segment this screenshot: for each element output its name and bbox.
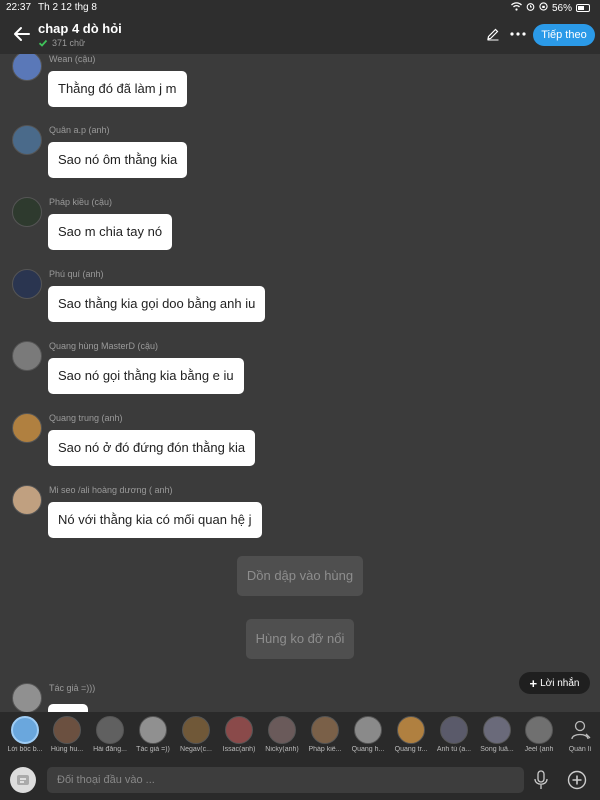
check-circle-icon	[38, 38, 48, 48]
sender-name: Tác giả =)))	[49, 683, 96, 693]
character-name: Nicky(anh)	[265, 746, 299, 753]
character-item[interactable]: Anh tú (a...	[433, 716, 475, 753]
character-avatar	[483, 716, 511, 744]
character-name: Hải đăng...	[93, 746, 127, 753]
character-item[interactable]: Song luâ...	[476, 716, 518, 753]
dialogue-input[interactable]	[47, 767, 524, 793]
character-name: Quang tr...	[394, 746, 428, 753]
character-name: Quang h...	[351, 746, 385, 753]
message-bubble[interactable]: Sao nó ở đó đứng đón thằng kia	[48, 430, 256, 466]
manage-label: Quản lí	[568, 746, 592, 753]
message-bubble[interactable]: Sao nó gọi thằng kia bằng e iu	[48, 358, 244, 394]
status-icons: 56%	[511, 2, 590, 14]
character-avatar	[268, 716, 296, 744]
manage-characters-button[interactable]: Quản lí	[560, 716, 600, 753]
more-options-icon[interactable]	[509, 27, 527, 41]
message-bubble[interactable]: Thằng đó đã làm j m	[48, 71, 187, 107]
character-item[interactable]: Quang h...	[347, 716, 389, 753]
character-item[interactable]: Hải đăng...	[89, 716, 131, 753]
avatar[interactable]	[12, 269, 42, 299]
character-avatar	[53, 716, 81, 744]
narrator-avatar[interactable]	[10, 767, 36, 793]
character-name: Lời bốc b...	[7, 746, 43, 753]
character-item[interactable]: Hùng hu...	[46, 716, 88, 753]
character-avatar	[397, 716, 425, 744]
message-bubble[interactable]: Sao m chia tay nó	[48, 214, 173, 250]
composer	[0, 760, 600, 800]
sender-name: Quang hùng MasterD (cậu)	[49, 341, 159, 351]
character-avatar	[11, 716, 39, 744]
message-bubble[interactable]: Sao nó ôm thằng kia	[48, 142, 188, 178]
word-count: 371 chữ	[38, 38, 85, 48]
avatar[interactable]	[12, 485, 42, 515]
character-name: Issac(anh)	[222, 746, 256, 753]
story-title: chap 4 dò hỏi	[38, 21, 122, 36]
add-note-button[interactable]: + Lời nhắn	[519, 672, 590, 694]
character-item[interactable]: Issac(anh)	[218, 716, 260, 753]
back-arrow-icon[interactable]	[12, 24, 32, 44]
character-name: Negav(c...	[180, 746, 212, 753]
sender-name: Mi seo /ali hoàng dương ( anh)	[49, 485, 173, 495]
word-count-text: 371 chữ	[52, 38, 86, 48]
character-bar: Lời bốc b... Hùng hu... Hải đăng... Tác …	[0, 712, 600, 760]
character-name: Song luâ...	[480, 746, 514, 753]
pencil-icon[interactable]	[486, 27, 500, 41]
microphone-icon[interactable]	[533, 770, 549, 790]
battery-icon	[576, 4, 590, 12]
character-item[interactable]: Negav(c...	[175, 716, 217, 753]
top-bar: chap 4 dò hỏi 371 chữ Tiếp theo	[0, 16, 600, 54]
sender-name: Quang trung (anh)	[49, 413, 123, 423]
avatar[interactable]	[12, 341, 42, 371]
character-avatar	[354, 716, 382, 744]
sender-name: Phú quí (anh)	[49, 269, 104, 279]
sender-name: Quân a.p (anh)	[49, 125, 110, 135]
add-circle-icon[interactable]	[567, 770, 587, 790]
character-avatar	[139, 716, 167, 744]
add-note-label: Lời nhắn	[540, 677, 580, 689]
sender-name: Wean (cậu)	[49, 54, 96, 64]
lock-rotation-icon	[539, 2, 548, 14]
avatar[interactable]	[12, 125, 42, 155]
status-date: Th 2 12 thg 8	[38, 2, 97, 13]
narration-bubble[interactable]: Dồn dập vào hùng	[237, 556, 363, 596]
character-name: Anh tú (a...	[436, 746, 472, 753]
next-button[interactable]: Tiếp theo	[533, 24, 595, 46]
character-item[interactable]: Quang tr...	[390, 716, 432, 753]
character-item[interactable]: Jeel (anh	[518, 716, 560, 753]
character-name: Jeel (anh	[524, 746, 554, 753]
character-avatar	[311, 716, 339, 744]
wifi-icon	[511, 2, 522, 14]
sender-name: Pháp kiều (cậu)	[49, 197, 113, 207]
message-bubble[interactable]: Nó với thằng kia có mối quan hệ j	[48, 502, 262, 538]
battery-percent: 56%	[551, 2, 572, 14]
plus-icon: +	[529, 675, 538, 691]
character-item[interactable]: Tác giả =))	[132, 716, 174, 753]
character-avatar	[225, 716, 253, 744]
character-avatar	[440, 716, 468, 744]
character-name: Pháp kiề...	[308, 746, 342, 753]
character-name: Hùng hu...	[50, 746, 84, 753]
avatar[interactable]	[12, 54, 42, 81]
character-item[interactable]: Pháp kiề...	[304, 716, 346, 753]
character-item[interactable]: Nicky(anh)	[261, 716, 303, 753]
chat-area[interactable]: Wean (cậu) Thằng đó đã làm j m Quân a.p …	[0, 54, 600, 712]
character-avatar	[96, 716, 124, 744]
narration-bubble[interactable]: Hùng ko đỡ nổi	[246, 619, 354, 659]
message-bubble[interactable]: Sao thằng kia gọi doo bằng anh iu	[48, 286, 266, 322]
alarm-icon	[526, 2, 535, 14]
person-icon	[566, 716, 594, 744]
status-time: 22:37	[6, 2, 32, 13]
message-bubble[interactable]	[48, 704, 88, 712]
avatar[interactable]	[12, 413, 42, 443]
character-avatar	[525, 716, 553, 744]
character-name: Tác giả =))	[136, 746, 170, 753]
character-avatar	[182, 716, 210, 744]
avatar[interactable]	[12, 683, 42, 712]
status-bar: 22:37 Th 2 12 thg 8 56%	[0, 0, 600, 16]
character-item[interactable]: Lời bốc b...	[4, 716, 46, 753]
avatar[interactable]	[12, 197, 42, 227]
